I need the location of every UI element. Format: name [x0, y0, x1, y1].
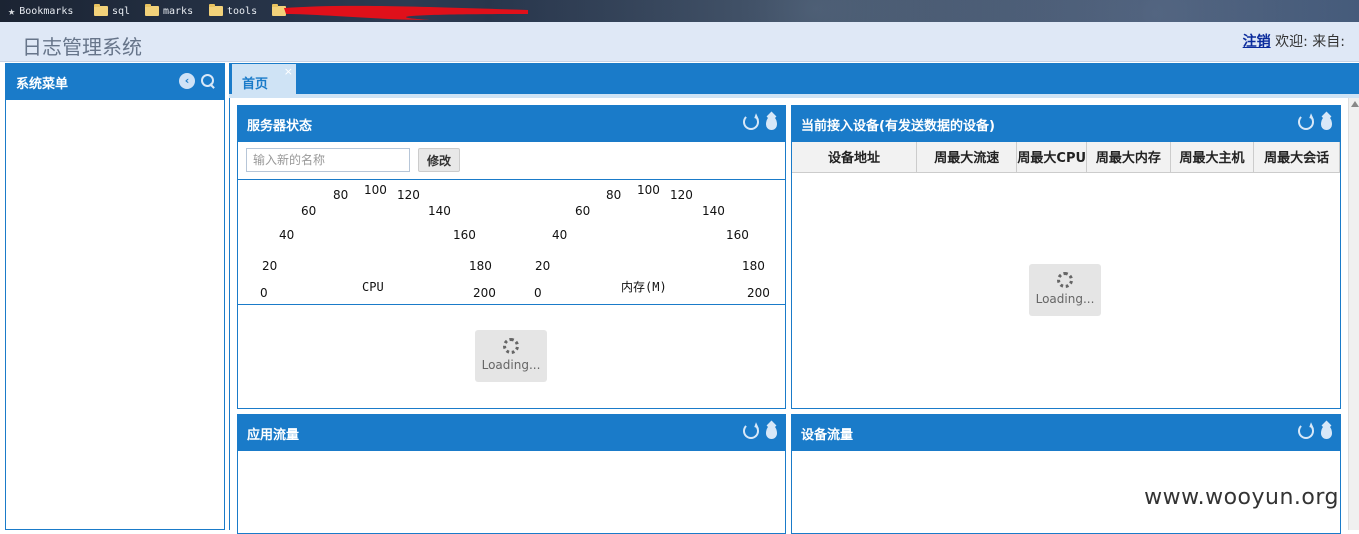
gauge-tick: 100 — [637, 183, 660, 197]
gauge-tick: 20 — [535, 259, 550, 273]
close-icon[interactable]: × — [284, 65, 293, 78]
gauge-tick: 20 — [262, 259, 277, 273]
server-status-panel: 服务器状态 修改 0 20 40 60 80 100 120 140 160 1… — [237, 105, 786, 409]
gauge-tick: 200 — [747, 286, 770, 300]
gauges-area: 0 20 40 60 80 100 120 140 160 180 200 CP… — [238, 179, 786, 305]
column-header[interactable]: 周最大CPU — [1017, 142, 1087, 172]
gauge-tick: 200 — [473, 286, 496, 300]
device-traffic-panel: 设备流量 — [791, 414, 1341, 534]
folder-icon — [209, 6, 223, 16]
theme-drop-icon[interactable] — [766, 425, 777, 439]
bookmark-label: marks — [163, 6, 193, 17]
app-header: 日志管理系统 注销 欢迎: 来自: — [0, 22, 1359, 62]
gauge-tick: 140 — [428, 204, 451, 218]
gauge-title: CPU — [362, 280, 384, 294]
edit-button[interactable]: 修改 — [418, 148, 460, 172]
panel-header: 当前接入设备(有发送数据的设备) — [792, 106, 1340, 142]
panel-title: 设备流量 — [801, 428, 853, 443]
panel-header: 服务器状态 — [238, 106, 785, 142]
devices-table: 设备地址 周最大流速 周最大CPU 周最大内存 周最大主机 周最大会话 — [792, 142, 1340, 173]
theme-drop-icon[interactable] — [1321, 425, 1332, 439]
gauge-tick: 120 — [670, 188, 693, 202]
main-content: 服务器状态 修改 0 20 40 60 80 100 120 140 160 1… — [229, 98, 1359, 530]
gauge-tick: 60 — [301, 204, 316, 218]
bookmark-folder-marks[interactable]: marks — [145, 3, 193, 19]
folder-icon — [94, 6, 108, 16]
sidebar: 系统菜单 ‹ — [5, 63, 225, 530]
gauge-tick: 0 — [534, 286, 542, 300]
welcome-text: 欢迎: 来自: — [1275, 34, 1345, 50]
spinner-icon — [1057, 272, 1073, 288]
loading-indicator: Loading... — [1029, 264, 1101, 316]
refresh-icon[interactable] — [743, 423, 759, 439]
gauge-tick: 0 — [260, 286, 268, 300]
bookmark-label: sql — [112, 6, 130, 17]
sidebar-title: 系统菜单 — [16, 77, 68, 92]
panel-title: 应用流量 — [247, 428, 299, 443]
collapse-left-icon[interactable]: ‹ — [179, 73, 195, 89]
bookmark-bookmarks[interactable]: ★ Bookmarks — [8, 3, 73, 19]
rename-row: 修改 — [238, 142, 785, 178]
gauge-title: 内存(M) — [621, 278, 667, 295]
bookmark-label: tools — [227, 6, 257, 17]
name-input[interactable] — [246, 148, 410, 172]
scroll-up-icon[interactable] — [1351, 101, 1359, 107]
search-icon[interactable] — [200, 73, 216, 89]
gauge-tick: 40 — [279, 228, 294, 242]
gauge-tick: 80 — [606, 188, 621, 202]
panel-title: 当前接入设备(有发送数据的设备) — [801, 119, 995, 134]
gauge-tick: 80 — [333, 188, 348, 202]
column-header[interactable]: 设备地址 — [792, 142, 917, 172]
gauge-tick: 180 — [469, 259, 492, 273]
refresh-icon[interactable] — [1298, 114, 1314, 130]
watermark: www.wooyun.org — [1144, 485, 1339, 510]
column-header[interactable]: 周最大流速 — [917, 142, 1017, 172]
app-title: 日志管理系统 — [22, 31, 142, 60]
logout-link[interactable]: 注销 — [1243, 34, 1271, 50]
devices-panel: 当前接入设备(有发送数据的设备) 设备地址 周最大流速 周最大CPU 周最大内存… — [791, 105, 1341, 409]
gauge-tick: 140 — [702, 204, 725, 218]
folder-icon — [145, 6, 159, 16]
tab-bar: 首页 × — [229, 63, 1359, 97]
column-header[interactable]: 周最大内存 — [1087, 142, 1171, 172]
theme-drop-icon[interactable] — [766, 116, 777, 130]
gauge-tick: 160 — [453, 228, 476, 242]
bookmarks-bar: ★ Bookmarks sql marks tools — [0, 0, 1359, 22]
gauge-tick: 160 — [726, 228, 749, 242]
bookmark-folder-tools[interactable]: tools — [209, 3, 257, 19]
spinner-icon — [503, 338, 519, 354]
bookmark-folder-sql[interactable]: sql — [94, 3, 130, 19]
panel-header: 设备流量 — [792, 415, 1340, 451]
app-traffic-panel: 应用流量 — [237, 414, 786, 534]
user-area: 注销 欢迎: 来自: — [1243, 31, 1345, 51]
vertical-scrollbar[interactable] — [1348, 98, 1359, 530]
star-icon: ★ — [8, 4, 15, 18]
loading-indicator: Loading... — [475, 330, 547, 382]
gauge-tick: 100 — [364, 183, 387, 197]
bookmark-label: Bookmarks — [19, 6, 73, 17]
tab-label: 首页 — [242, 77, 268, 92]
loading-label: Loading... — [482, 358, 541, 372]
sidebar-header: 系统菜单 ‹ — [6, 64, 224, 100]
gauge-tick: 60 — [575, 204, 590, 218]
tab-home[interactable]: 首页 × — [232, 64, 296, 97]
redaction-mark — [280, 2, 530, 22]
column-header[interactable]: 周最大主机 — [1170, 142, 1254, 172]
column-header[interactable]: 周最大会话 — [1254, 142, 1340, 172]
refresh-icon[interactable] — [743, 114, 759, 130]
loading-label: Loading... — [1036, 292, 1095, 306]
panel-header: 应用流量 — [238, 415, 785, 451]
gauge-tick: 40 — [552, 228, 567, 242]
theme-drop-icon[interactable] — [1321, 116, 1332, 130]
refresh-icon[interactable] — [1298, 423, 1314, 439]
gauge-tick: 120 — [397, 188, 420, 202]
gauge-tick: 180 — [742, 259, 765, 273]
panel-title: 服务器状态 — [247, 119, 312, 134]
